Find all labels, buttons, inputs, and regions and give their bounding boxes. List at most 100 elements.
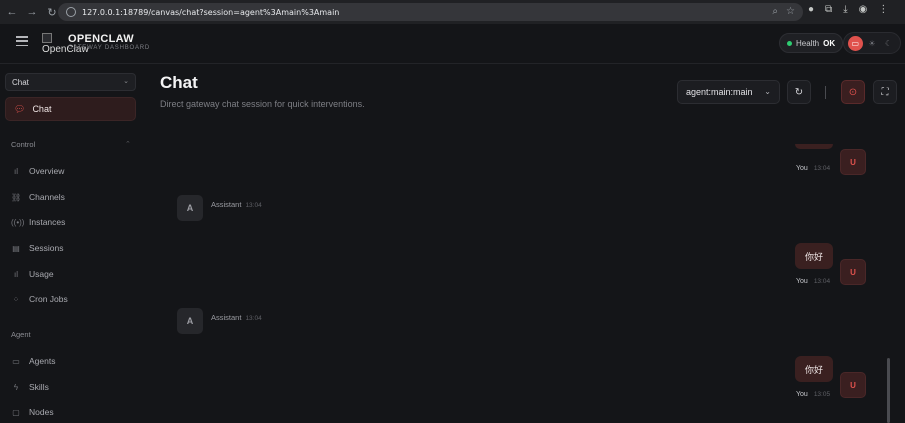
sidebar-item-usage[interactable]: ıl Usage xyxy=(11,269,54,279)
sidebar-section-agent[interactable]: Agent xyxy=(11,330,31,339)
health-status-dot-icon xyxy=(787,40,792,46)
user-avatar: U xyxy=(840,372,866,398)
chevron-up-icon: ⌃ xyxy=(125,141,131,148)
user-message-bubble xyxy=(795,144,833,149)
extensions-puzzle-icon[interactable]: ⧉ xyxy=(825,4,832,15)
health-value: OK xyxy=(823,38,836,48)
user-avatar: U xyxy=(840,259,866,285)
scan-focus-icon: ⛶ xyxy=(881,86,889,98)
user-message-bubble: 你好 xyxy=(795,243,833,269)
page-title: Chat xyxy=(160,73,198,92)
bar-chart-icon: ıl xyxy=(14,166,18,176)
broadcast-icon: ((•)) xyxy=(11,217,25,227)
browser-menu-icon[interactable]: ⋮ xyxy=(878,4,888,15)
main-content: Chat Direct gateway chat session for qui… xyxy=(143,64,905,423)
broken-logo-image-icon xyxy=(42,33,52,43)
focus-toggle-button[interactable]: ⊙ xyxy=(841,80,865,104)
sidebar-item-label: Instances xyxy=(29,217,66,227)
sidebar-item-label: Agents xyxy=(29,356,56,366)
focus-mode-button[interactable]: ⛶ xyxy=(873,80,897,104)
hamburger-menu-icon[interactable] xyxy=(16,36,28,46)
folder-icon: ▭ xyxy=(12,356,20,366)
sidebar-item-chat[interactable]: 💬︎ Chat xyxy=(5,97,136,121)
zoom-icon[interactable]: ⌕ xyxy=(772,6,778,17)
message-time: 13:04 xyxy=(245,315,262,322)
monitor-icon: ▢ xyxy=(12,407,20,417)
sender-name: Assistant xyxy=(211,313,242,322)
chat-bubble-icon: 💬︎ xyxy=(14,103,26,114)
sender-name: You xyxy=(796,165,808,172)
download-icon[interactable]: ⤓ xyxy=(843,4,847,15)
brand-subtitle: GATEWAY DASHBOARD xyxy=(68,45,151,51)
message-meta: You 13:04 xyxy=(796,165,830,172)
sender-name: Assistant xyxy=(211,200,242,209)
extension-dot-icon[interactable]: ● xyxy=(808,4,814,15)
chat-thread[interactable]: U You 13:04 A Assistant 13:04 你好 U You 13:0… xyxy=(143,144,905,423)
sidebar-item-sessions[interactable]: ▤ Sessions xyxy=(11,243,64,253)
refresh-button[interactable]: ↻ xyxy=(787,80,811,104)
message-meta: You 13:05 xyxy=(796,391,830,398)
sidebar-item-skills[interactable]: ϟ Skills xyxy=(11,382,49,392)
back-icon[interactable]: ← xyxy=(4,4,20,20)
theme-toggle-group: ▭ ☀ ☾ xyxy=(843,32,901,54)
zap-icon: ϟ xyxy=(13,382,19,392)
message-meta: Assistant 13:04 xyxy=(211,313,262,322)
assistant-avatar: A xyxy=(177,195,203,221)
bar-chart-icon: ıl xyxy=(14,269,18,279)
session-select[interactable]: agent:main:main ⌄ xyxy=(677,80,780,104)
document-icon: ▤ xyxy=(12,243,20,253)
sidebar-item-overview[interactable]: ıl Overview xyxy=(11,166,64,176)
sidebar-item-agents[interactable]: ▭ Agents xyxy=(11,356,55,366)
chevron-down-icon: ⌄ xyxy=(764,87,771,96)
sidebar-item-label: Overview xyxy=(29,166,65,176)
message-meta: You 13:04 xyxy=(796,278,830,285)
refresh-icon: ↻ xyxy=(794,86,804,98)
message-meta: Assistant 13:04 xyxy=(211,200,262,209)
sidebar-view-select[interactable]: Chat ⌄ xyxy=(5,73,136,91)
url-text[interactable]: 127.0.0.1:18789/canvas/chat?session=agen… xyxy=(82,8,339,17)
session-select-value: agent:main:main xyxy=(686,87,753,97)
light-theme-sun-icon[interactable]: ☀ xyxy=(864,36,879,51)
message-time: 13:04 xyxy=(813,278,831,285)
section-label: Agent xyxy=(11,330,31,339)
sidebar: Chat ⌄ 💬︎ Chat Control ⌃ ıl Overview ⛓ C… xyxy=(0,64,143,423)
message-time: 13:05 xyxy=(813,391,831,398)
sidebar-item-label: Usage xyxy=(29,269,54,279)
loader-icon: ⁘ xyxy=(12,294,20,304)
dark-theme-moon-icon[interactable]: ☾ xyxy=(881,36,896,51)
chevron-down-icon: ⌄ xyxy=(123,78,129,85)
user-avatar: U xyxy=(840,149,866,175)
message-time: 13:04 xyxy=(813,165,831,172)
sidebar-item-label: Chat xyxy=(32,104,52,114)
sidebar-item-channels[interactable]: ⛓ Channels xyxy=(11,192,65,202)
sidebar-item-label: Cron Jobs xyxy=(29,294,68,304)
chat-scrollbar[interactable] xyxy=(887,358,890,423)
link-icon: ⛓ xyxy=(11,192,22,202)
system-theme-icon[interactable]: ▭ xyxy=(847,35,863,51)
profile-icon[interactable]: ◉ xyxy=(859,4,868,15)
sidebar-select-value: Chat xyxy=(12,78,29,87)
brand-name: OPENCLAW xyxy=(68,33,134,45)
health-status-pill[interactable]: Health OK xyxy=(779,33,844,53)
sender-name: You xyxy=(796,278,808,285)
forward-icon[interactable]: → xyxy=(24,4,40,20)
sidebar-item-label: Skills xyxy=(29,382,49,392)
user-message-bubble: 你好 xyxy=(795,356,833,382)
sidebar-item-cron-jobs[interactable]: ⁘ Cron Jobs xyxy=(11,294,68,304)
page-subtitle: Direct gateway chat session for quick in… xyxy=(160,99,365,109)
sidebar-item-label: Sessions xyxy=(29,243,64,253)
browser-toolbar: ← → ↻ 127.0.0.1:18789/canvas/chat?sessio… xyxy=(0,0,905,24)
bookmark-star-icon[interactable]: ☆ xyxy=(786,6,795,17)
sidebar-item-nodes[interactable]: ▢ Nodes xyxy=(11,407,54,417)
sidebar-item-label: Nodes xyxy=(29,407,54,417)
health-label: Health xyxy=(796,38,820,48)
message-time: 13:04 xyxy=(245,202,262,209)
address-bar[interactable]: 127.0.0.1:18789/canvas/chat?session=agen… xyxy=(58,3,803,21)
sender-name: You xyxy=(796,391,808,398)
site-info-icon[interactable] xyxy=(66,7,76,17)
alert-circle-icon: ⊙ xyxy=(848,86,858,98)
sidebar-item-label: Channels xyxy=(29,192,65,202)
sidebar-item-instances[interactable]: ((•)) Instances xyxy=(11,217,65,227)
app-header: OpenClaw OPENCLAW GATEWAY DASHBOARD Heal… xyxy=(0,24,905,64)
sidebar-section-control[interactable]: Control ⌃ xyxy=(11,140,131,149)
